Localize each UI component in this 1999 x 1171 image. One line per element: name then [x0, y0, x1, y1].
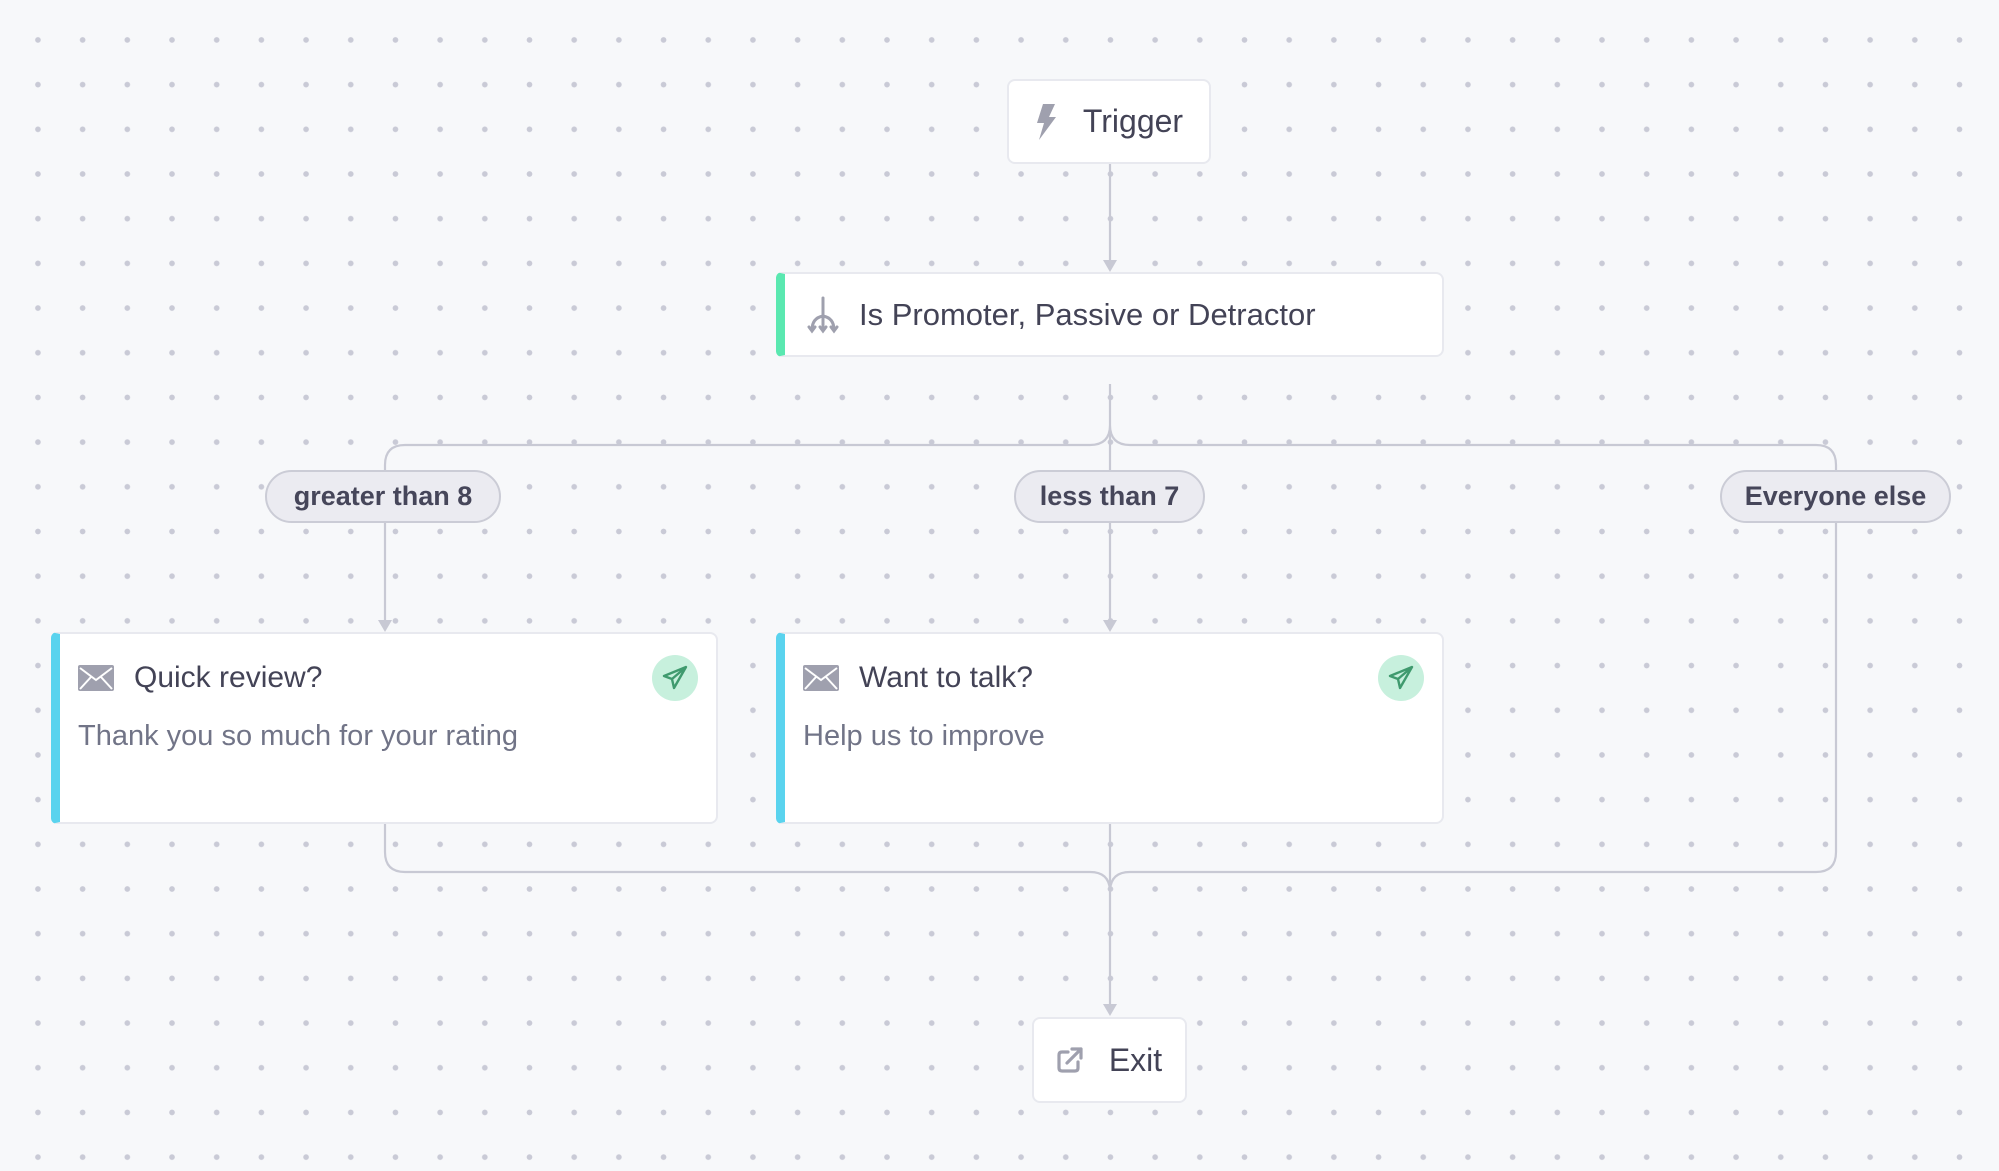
message-card-quick-review[interactable]: Quick review? Thank you so much for your… — [51, 632, 718, 824]
flow-connectors — [378, 163, 1838, 1016]
message-body: Help us to improve — [803, 720, 1045, 752]
condition-label: less than 7 — [1039, 481, 1180, 511]
trigger-node[interactable]: Trigger — [1007, 79, 1211, 164]
external-link-icon — [1057, 1047, 1083, 1073]
lightning-icon — [1035, 103, 1057, 140]
split-icon — [807, 296, 839, 334]
envelope-icon — [803, 665, 839, 691]
send-icon[interactable] — [652, 655, 698, 701]
trigger-label: Trigger — [1082, 103, 1184, 139]
message-title: Quick review? — [134, 661, 323, 694]
card-header: Want to talk? — [803, 636, 1424, 720]
edge-branch-split — [383, 384, 1838, 470]
condition-pill-less-than-7[interactable]: less than 7 — [1014, 470, 1205, 523]
send-icon[interactable] — [1378, 655, 1424, 701]
exit-node[interactable]: Exit — [1032, 1017, 1187, 1103]
exit-label: Exit — [1108, 1041, 1163, 1078]
card-header: Quick review? — [78, 636, 698, 720]
condition-pill-greater-than-8[interactable]: greater than 8 — [265, 470, 501, 523]
envelope-icon — [78, 665, 114, 691]
condition-label: greater than 8 — [293, 481, 473, 511]
message-body: Thank you so much for your rating — [78, 720, 519, 752]
message-title: Want to talk? — [859, 661, 1033, 694]
arrow-to-exit — [1103, 1004, 1117, 1016]
arrow-to-card1 — [378, 620, 392, 632]
branch-node[interactable]: Is Promoter, Passive or Detractor — [776, 272, 1444, 357]
condition-pill-everyone-else[interactable]: Everyone else — [1720, 470, 1951, 523]
arrow-to-branch — [1103, 260, 1117, 272]
message-card-want-to-talk[interactable]: Want to talk? Help us to improve — [776, 632, 1444, 824]
arrow-to-card2 — [1103, 620, 1117, 632]
condition-label: Everyone else — [1744, 481, 1927, 511]
branch-label: Is Promoter, Passive or Detractor — [859, 296, 1316, 332]
